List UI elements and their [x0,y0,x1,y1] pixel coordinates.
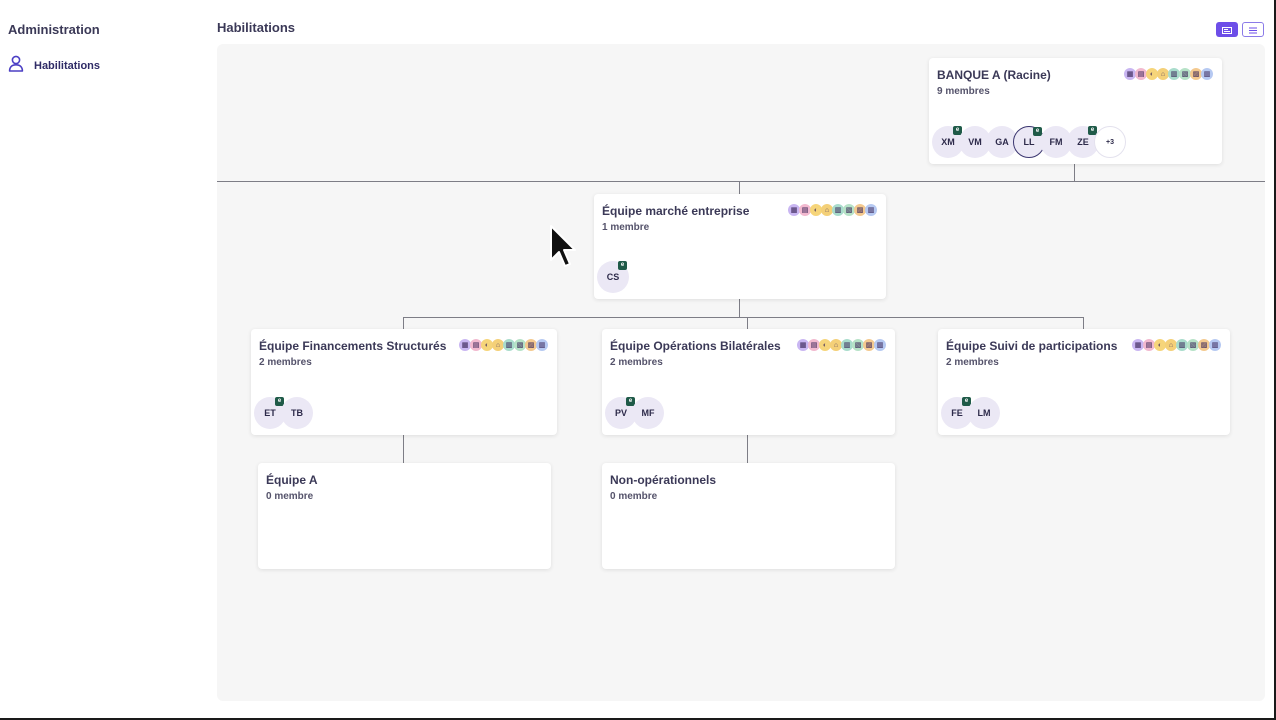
org-card-root[interactable]: BANQUE A (Racine) ▦ ▤ ◐ ⌂ ▥ ▧ ▨ ▥ 9 membres XM e… [929,58,1222,164]
org-card-suivi-participations[interactable]: Équipe Suivi de participations ▦ ▤ ◐ ⌂ ▥ ▧ ▨ ▥ … [938,329,1230,435]
team-name: Équipe Financements Structurés [259,339,447,353]
org-card-equipe-marche-entreprise[interactable]: Équipe marché entreprise ▦ ▤ ◐ ⌂ ▥ ▧ ▨ ▥ 1 memb… [594,194,886,299]
list-view-icon [1248,21,1258,39]
team-name: Équipe marché entreprise [602,204,750,218]
permission-icon: ▥ [1201,68,1213,80]
team-name: Équipe Opérations Bilatérales [610,339,781,353]
permission-icon: ▥ [536,339,548,351]
member-avatars: ET e TB [254,397,313,429]
card-view-icon [1222,21,1232,39]
member-count: 2 membres [610,357,663,368]
member-count: 9 membres [937,86,990,97]
permission-icon: ▥ [874,339,886,351]
sidebar-item-habilitations[interactable]: Habilitations [8,55,100,77]
permission-icon: ▥ [1209,339,1221,351]
member-count: 0 membre [266,491,314,502]
connector-line [403,317,404,329]
user-icon [8,55,24,77]
member-count: 2 membres [946,357,999,368]
avatar[interactable]: LM [968,397,1000,429]
role-badge-icon: e [618,261,627,270]
connector-line [217,181,1265,182]
connector-line [1083,317,1084,329]
avatar[interactable]: TB [281,397,313,429]
permission-icons: ▦ ▤ ◐ ⌂ ▥ ▧ ▨ ▥ [788,204,877,216]
org-card-operations-bilaterales[interactable]: Équipe Opérations Bilatérales ▦ ▤ ◐ ⌂ ▥ ▧ ▨ ▥ 2… [602,329,895,435]
permission-icons: ▦ ▤ ◐ ⌂ ▥ ▧ ▨ ▥ [459,339,548,351]
connector-line [747,435,748,463]
avatar[interactable]: CS e [597,261,629,293]
connector-line [403,435,404,463]
connector-line [403,317,1084,318]
list-view-toggle[interactable] [1242,22,1264,37]
team-name: Non-opérationnels [610,473,717,487]
member-count: 0 membre [610,491,658,502]
member-avatars: CS e [597,261,629,293]
team-name: Équipe A [266,473,318,487]
org-card-non-operationnels[interactable]: Non-opérationnels 0 membre [602,463,895,569]
permission-icon: ▥ [865,204,877,216]
member-count: 1 membre [602,222,650,233]
sidebar-item-label: Habilitations [34,60,101,72]
team-name: Équipe Suivi de participations [946,339,1118,353]
member-count: 2 membres [259,357,312,368]
app-window: Administration Habilitations Habilitatio… [0,0,1276,720]
connector-line [747,317,748,329]
permission-icons: ▦ ▤ ◐ ⌂ ▥ ▧ ▨ ▥ [1132,339,1221,351]
connector-line [739,181,740,194]
connector-line [1074,164,1075,182]
permission-icons: ▦ ▤ ◐ ⌂ ▥ ▧ ▨ ▥ [1124,68,1213,80]
avatar[interactable]: MF [632,397,664,429]
member-avatars: PV e MF [605,397,664,429]
sidebar: Administration Habilitations [0,0,210,718]
page-title: Habilitations [217,20,296,35]
team-name: BANQUE A (Racine) [937,68,1051,82]
card-view-toggle[interactable] [1216,22,1238,37]
more-members-avatar[interactable]: +3 [1094,126,1126,158]
mouse-pointer-icon [549,224,577,275]
connector-line [739,299,740,317]
sidebar-title: Administration [8,22,100,37]
member-avatars: XM e VM GA LL e FM ZE e +3 [932,126,1126,158]
member-avatars: FE e LM [941,397,1000,429]
org-card-equipe-a[interactable]: Équipe A 0 membre [258,463,551,569]
permission-icons: ▦ ▤ ◐ ⌂ ▥ ▧ ▨ ▥ [797,339,886,351]
org-card-financements-structures[interactable]: Équipe Financements Structurés ▦ ▤ ◐ ⌂ ▥ ▧ ▨ ▥ … [251,329,557,435]
